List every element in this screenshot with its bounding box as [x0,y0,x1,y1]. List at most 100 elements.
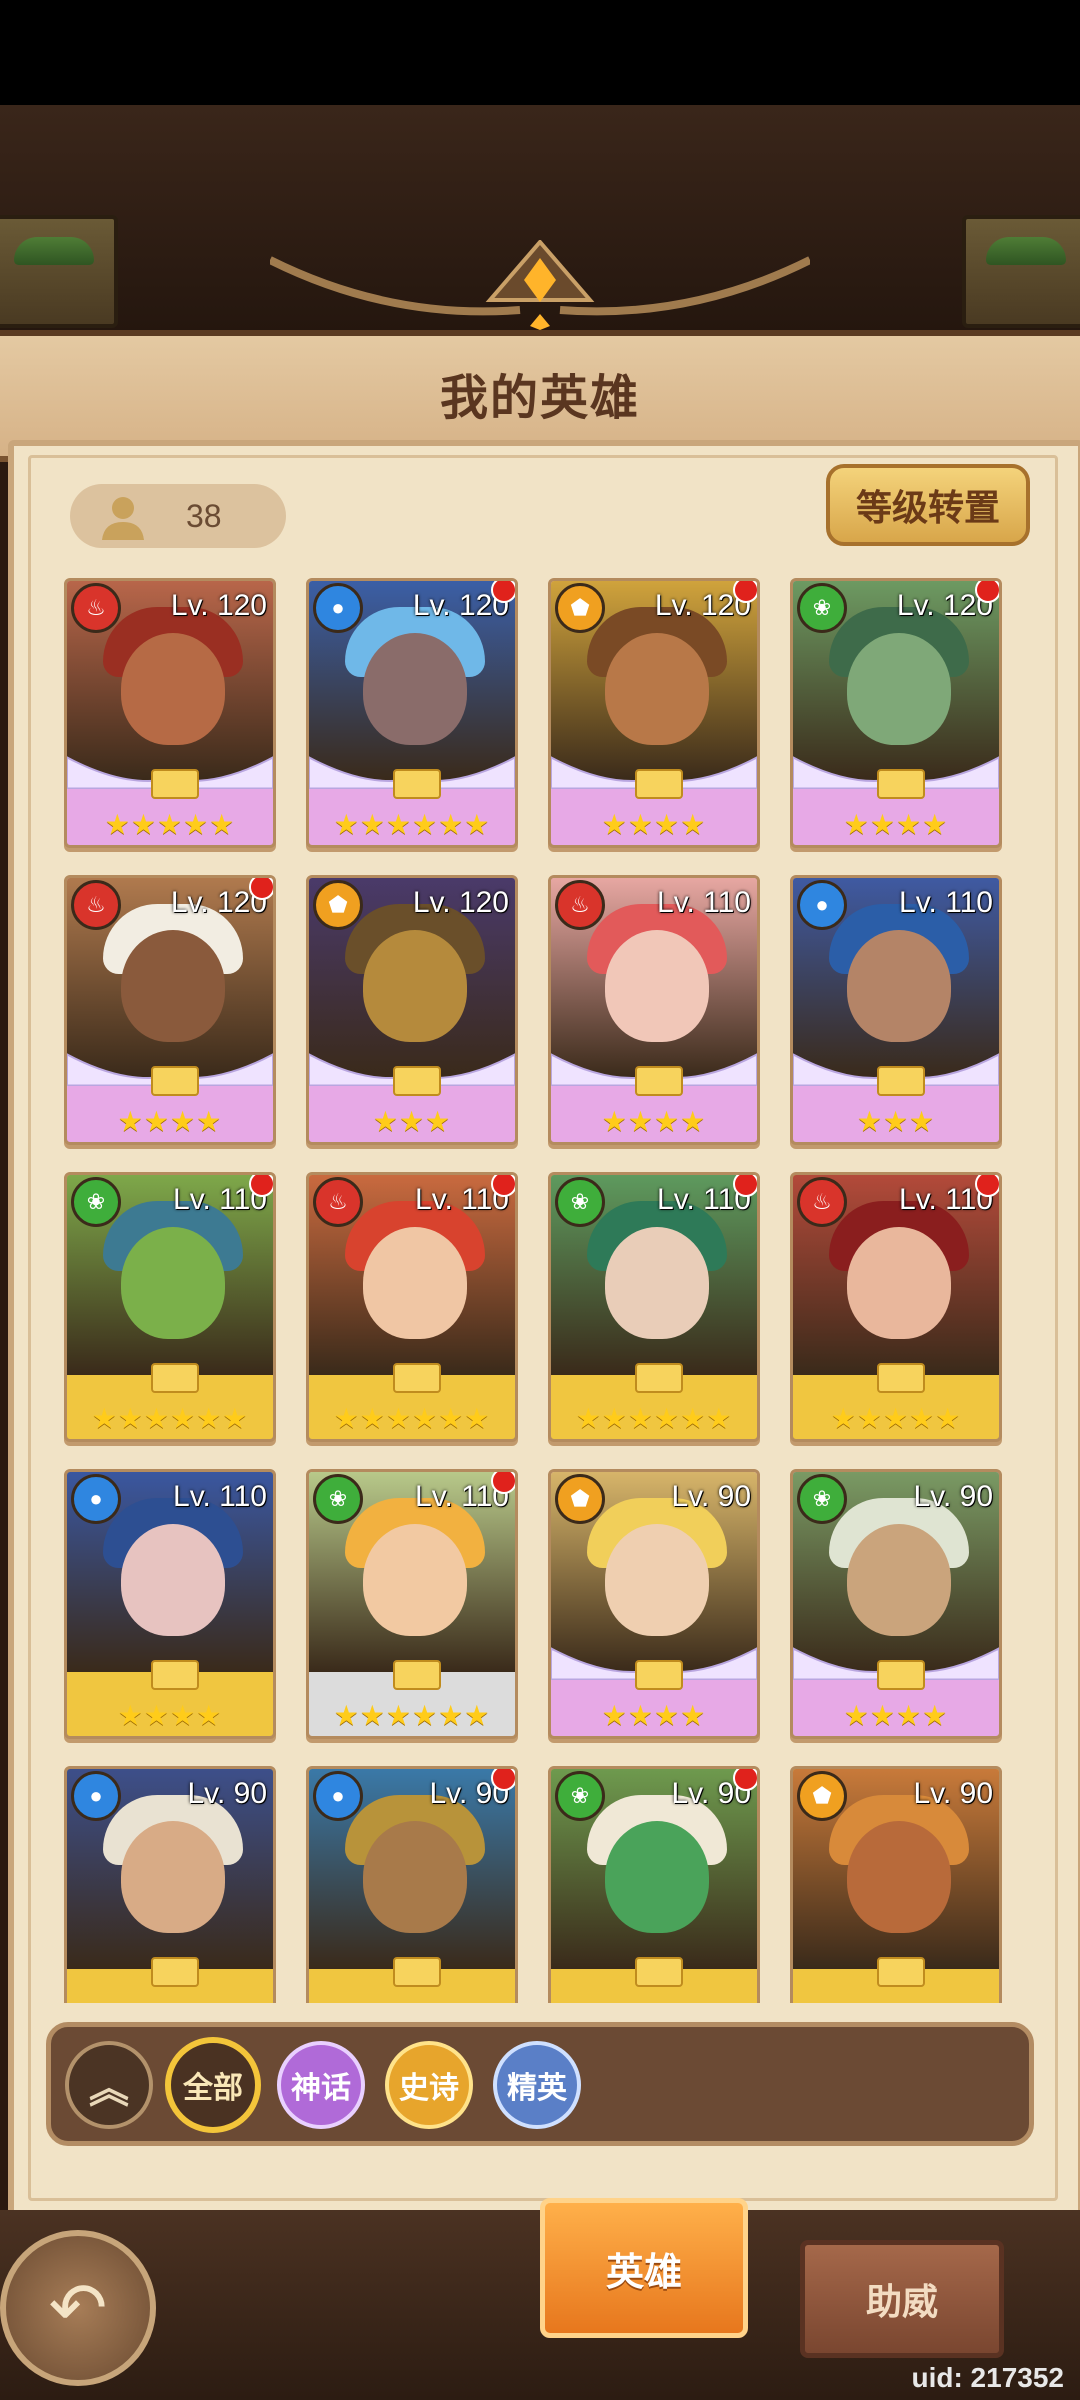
filter-all-button[interactable]: 全部 [165,2037,261,2133]
nature-element-icon: ❀ [313,1474,363,1524]
fire-element-icon: ♨ [555,880,605,930]
hero-stars: ★★★★ [843,809,949,840]
rank-emblem-icon [635,1066,683,1096]
hero-stars: ★★★★★ [830,1403,962,1434]
nature-element-icon: ❀ [71,1177,121,1227]
hero-card[interactable]: ● Lv. 120 ★★★★★★ [306,578,518,848]
hero-face [605,1524,709,1636]
hero-level: Lv. 90 [671,1480,752,1513]
hero-face [847,930,951,1042]
notification-dot [975,581,999,603]
hero-level: Lv. 110 [899,886,993,919]
page-title: 我的英雄 [439,372,640,425]
hero-level: Lv. 120 [412,886,509,919]
rank-emblem-icon [393,1957,441,1987]
right-pillar-ornament [962,215,1080,328]
light-element-icon: ⬟ [797,1771,847,1821]
left-pillar-ornament [0,215,118,328]
hero-level: Lv. 90 [187,1777,268,1810]
hero-level: Lv. 90 [913,1480,994,1513]
rank-emblem-icon [635,1957,683,1987]
tab-assist[interactable]: 助威 [800,2240,1004,2358]
rank-emblem-icon [393,769,441,799]
hero-stars: ★★★★ [601,1106,707,1137]
rank-emblem-icon [877,1957,925,1987]
hero-card[interactable]: ⬟ Lv. 90 [790,1766,1002,2003]
nature-element-icon: ❀ [797,1474,847,1524]
hero-face [121,1821,225,1933]
level-transfer-button[interactable]: 等级转置 [826,464,1030,546]
hero-stars: ★★★★★★ [333,1700,491,1731]
hero-card[interactable]: ♨ Lv. 120 ★★★★ [64,875,276,1145]
hero-card[interactable]: ⬟ Lv. 120 ★★★ [306,875,518,1145]
hero-card[interactable]: ● Lv. 110 ★★★★ [64,1469,276,1739]
rank-emblem-icon [151,769,199,799]
status-bar-area [0,0,1080,105]
fire-element-icon: ♨ [71,583,121,633]
water-element-icon: ● [71,1474,121,1524]
hero-stars: ★★★★★★ [333,809,491,840]
back-arrow-button[interactable]: ↶ [0,2230,156,2386]
rank-emblem-icon [877,1660,925,1690]
hero-card[interactable]: ♨ Lv. 120 ★★★★★ [64,578,276,848]
collapse-chevron-icon[interactable]: ︽ [65,2041,153,2129]
water-element-icon: ● [71,1771,121,1821]
filter-elite-button[interactable]: 精英 [493,2041,581,2129]
hero-card[interactable]: ❀ Lv. 120 ★★★★ [790,578,1002,848]
water-element-icon: ● [797,880,847,930]
notification-dot [733,581,757,603]
hero-card[interactable]: ❀ Lv. 110 ★★★★★★ [64,1172,276,1442]
hero-card[interactable]: ⬟ Lv. 120 ★★★★ [548,578,760,848]
hero-stars: ★★★★ [601,809,707,840]
nature-element-icon: ❀ [555,1177,605,1227]
hero-face [605,1227,709,1339]
fire-element-icon: ♨ [797,1177,847,1227]
rank-emblem-icon [151,1066,199,1096]
notification-dot [491,1472,515,1494]
hero-stars: ★★★★★★ [333,1403,491,1434]
light-element-icon: ⬟ [555,583,605,633]
hero-face [363,1227,467,1339]
rank-emblem-icon [151,1957,199,1987]
hero-count: 38 [186,498,222,534]
hero-stars: ★★★★★ [104,809,236,840]
hero-card[interactable]: ● Lv. 90 [64,1766,276,2003]
hero-level: Lv. 110 [173,1480,267,1513]
rank-emblem-icon [151,1363,199,1393]
hero-face [363,1821,467,1933]
hero-face [121,1524,225,1636]
hero-card[interactable]: ⬟ Lv. 90 ★★★★ [548,1469,760,1739]
hero-face [363,1524,467,1636]
hero-card[interactable]: ● Lv. 110 ★★★ [790,875,1002,1145]
crown-ornament-icon [270,240,810,330]
notification-dot [491,1175,515,1197]
tab-hero[interactable]: 英雄 [540,2198,748,2338]
hero-level: Lv. 120 [170,589,267,622]
user-id: uid: 217352 [911,2362,1064,2393]
fire-element-icon: ♨ [71,880,121,930]
hero-face [363,633,467,745]
hero-card[interactable]: ● Lv. 90 [306,1766,518,2003]
hero-face [363,930,467,1042]
hero-card[interactable]: ♨ Lv. 110 ★★★★★★ [306,1172,518,1442]
filter-myth-button[interactable]: 神话 [277,2041,365,2129]
water-element-icon: ● [313,1771,363,1821]
hero-card[interactable]: ♨ Lv. 110 ★★★★★ [790,1172,1002,1442]
notification-dot [491,1769,515,1791]
hero-card[interactable]: ❀ Lv. 110 ★★★★★★ [548,1172,760,1442]
filter-epic-button[interactable]: 史诗 [385,2041,473,2129]
rank-emblem-icon [877,769,925,799]
hero-stars: ★★★★★★ [91,1403,249,1434]
rank-emblem-icon [151,1660,199,1690]
hero-card[interactable]: ❀ Lv. 90 [548,1766,760,2003]
hero-stars: ★★★★ [601,1700,707,1731]
hero-card[interactable]: ❀ Lv. 90 ★★★★ [790,1469,1002,1739]
hero-card[interactable]: ❀ Lv. 110 ★★★★★★ [306,1469,518,1739]
hero-face [847,1821,951,1933]
hero-face [121,930,225,1042]
hero-face [121,633,225,745]
hero-face [605,930,709,1042]
nature-element-icon: ❀ [797,583,847,633]
hero-card[interactable]: ♨ Lv. 110 ★★★★ [548,875,760,1145]
notification-dot [733,1769,757,1791]
